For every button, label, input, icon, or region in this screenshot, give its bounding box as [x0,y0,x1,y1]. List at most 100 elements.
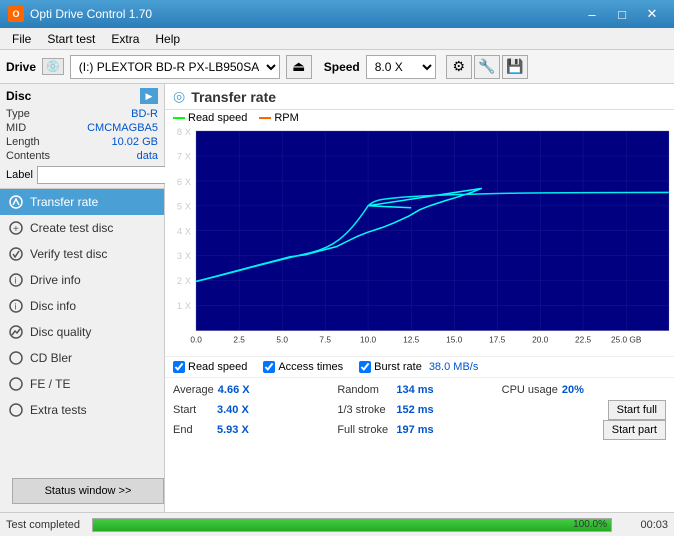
disc-label-input[interactable] [37,166,185,184]
svg-text:15.0: 15.0 [446,336,463,345]
random-row: Random 134 ms [337,380,501,400]
checkbox-burst-rate: Burst rate 38.0 MB/s [359,361,478,373]
svg-text:12.5: 12.5 [403,336,420,345]
nav-extra-tests-label: Extra tests [30,403,87,417]
disc-type-label: Type [6,108,30,120]
burst-rate-checkbox[interactable] [359,361,371,373]
nav-cd-bler-label: CD Bler [30,351,72,365]
nav-item-drive-info[interactable]: i Drive info [0,267,164,293]
toolbar-icon-2[interactable]: 🔧 [474,55,500,79]
random-value: 134 ms [396,384,436,396]
svg-text:2.5: 2.5 [233,336,245,345]
legend-rpm: RPM [259,112,298,124]
chart-svg: 8 X 7 X 6 X 5 X 4 X 3 X 2 X 1 X 0.0 2.5 … [165,126,674,356]
stats-col-1: Average 4.66 X Start 3.40 X End 5.93 X [173,380,337,440]
svg-text:22.5: 22.5 [575,336,592,345]
nav-item-transfer-rate[interactable]: Transfer rate [0,189,164,215]
nav-fe-te-label: FE / TE [30,377,70,391]
disc-info-icon: i [8,298,24,314]
start-label: Start [173,404,213,416]
drive-select[interactable]: (I:) PLEXTOR BD-R PX-LB950SA 1.04 [70,55,280,79]
menu-start-test[interactable]: Start test [39,30,103,48]
disc-contents-row: Contents data [6,150,158,162]
disc-label-label: Label [6,169,33,181]
disc-icon-button[interactable]: ▶ [140,88,158,104]
toolbar-icon-1[interactable]: ⚙ [446,55,472,79]
nav-verify-test-disc-label: Verify test disc [30,247,107,261]
svg-text:25.0 GB: 25.0 GB [611,336,642,345]
right-panel: ◎ Transfer rate Read speed RPM [165,84,674,512]
disc-mid-row: MID CMCMAGBA5 [6,122,158,134]
checkbox-read-speed: Read speed [173,361,247,373]
nav-item-create-test-disc[interactable]: + Create test disc [0,215,164,241]
legend-read-speed-color [173,117,185,119]
progress-bar-fill [93,519,611,531]
cpu-row: CPU usage 20% [502,380,666,400]
time-text: 00:03 [618,519,668,531]
random-label: Random [337,384,392,396]
end-value: 5.93 X [217,424,262,436]
chart-legend: Read speed RPM [165,110,674,126]
nav-item-extra-tests[interactable]: Extra tests [0,397,164,423]
start-part-row: Start part [502,420,666,440]
nav-disc-quality-label: Disc quality [30,325,91,339]
read-speed-checkbox[interactable] [173,361,185,373]
nav-item-fe-te[interactable]: FE / TE [0,371,164,397]
disc-header: Disc ▶ [6,88,158,104]
full-stroke-label: Full stroke [337,424,392,436]
average-value: 4.66 X [218,384,263,396]
checkbox-access-times: Access times [263,361,343,373]
app-title: Opti Drive Control 1.70 [30,7,152,21]
start-part-button[interactable]: Start part [603,420,666,440]
chart-title: Transfer rate [191,89,276,105]
cd-bler-icon [8,350,24,366]
svg-text:17.5: 17.5 [489,336,506,345]
eject-button[interactable]: ⏏ [286,55,312,79]
nav-item-disc-info[interactable]: i Disc info [0,293,164,319]
menu-help[interactable]: Help [147,30,188,48]
full-stroke-row: Full stroke 197 ms [337,420,501,440]
full-stroke-value: 197 ms [396,424,436,436]
disc-length-value: 10.02 GB [112,136,158,148]
menu-extra[interactable]: Extra [103,30,147,48]
status-window-button[interactable]: Status window >> [12,478,164,504]
average-row: Average 4.66 X [173,380,337,400]
app-icon: O [8,6,24,22]
legend-rpm-label: RPM [274,112,298,124]
disc-quality-icon [8,324,24,340]
fe-te-icon [8,376,24,392]
menu-file[interactable]: File [4,30,39,48]
speed-select[interactable]: 8.0 X4.0 X2.0 X [366,55,436,79]
disc-contents-label: Contents [6,150,50,162]
transfer-rate-icon [8,194,24,210]
nav-item-cd-bler[interactable]: CD Bler [0,345,164,371]
average-label: Average [173,384,214,396]
svg-text:20.0: 20.0 [532,336,549,345]
minimize-button[interactable]: – [578,4,606,24]
access-times-checkbox[interactable] [263,361,275,373]
svg-text:6 X: 6 X [177,177,191,187]
status-window-area: Status window >> [0,470,164,512]
stats-container: Average 4.66 X Start 3.40 X End 5.93 X R… [165,377,674,442]
nav-item-verify-test-disc[interactable]: Verify test disc [0,241,164,267]
close-button[interactable]: ✕ [638,4,666,24]
nav-item-disc-quality[interactable]: Disc quality [0,319,164,345]
titlebar-title-area: O Opti Drive Control 1.70 [8,6,152,22]
toolbar-icon-3[interactable]: 💾 [502,55,528,79]
verify-test-disc-icon [8,246,24,262]
svg-text:5 X: 5 X [177,201,191,211]
main-layout: Disc ▶ Type BD-R MID CMCMAGBA5 Length 10… [0,84,674,512]
burst-rate-checkbox-label: Burst rate [374,361,422,373]
start-full-row: Start full [502,400,666,420]
disc-type-value: BD-R [131,108,158,120]
nav-drive-info-label: Drive info [30,273,81,287]
cpu-value: 20% [562,384,602,396]
disc-title: Disc [6,89,31,103]
window-controls: – □ ✕ [578,4,666,24]
drivebar: Drive 💿 (I:) PLEXTOR BD-R PX-LB950SA 1.0… [0,50,674,84]
disc-length-row: Length 10.02 GB [6,136,158,148]
start-full-button[interactable]: Start full [608,400,666,420]
svg-text:i: i [15,302,17,312]
svg-text:8 X: 8 X [177,127,191,137]
maximize-button[interactable]: □ [608,4,636,24]
